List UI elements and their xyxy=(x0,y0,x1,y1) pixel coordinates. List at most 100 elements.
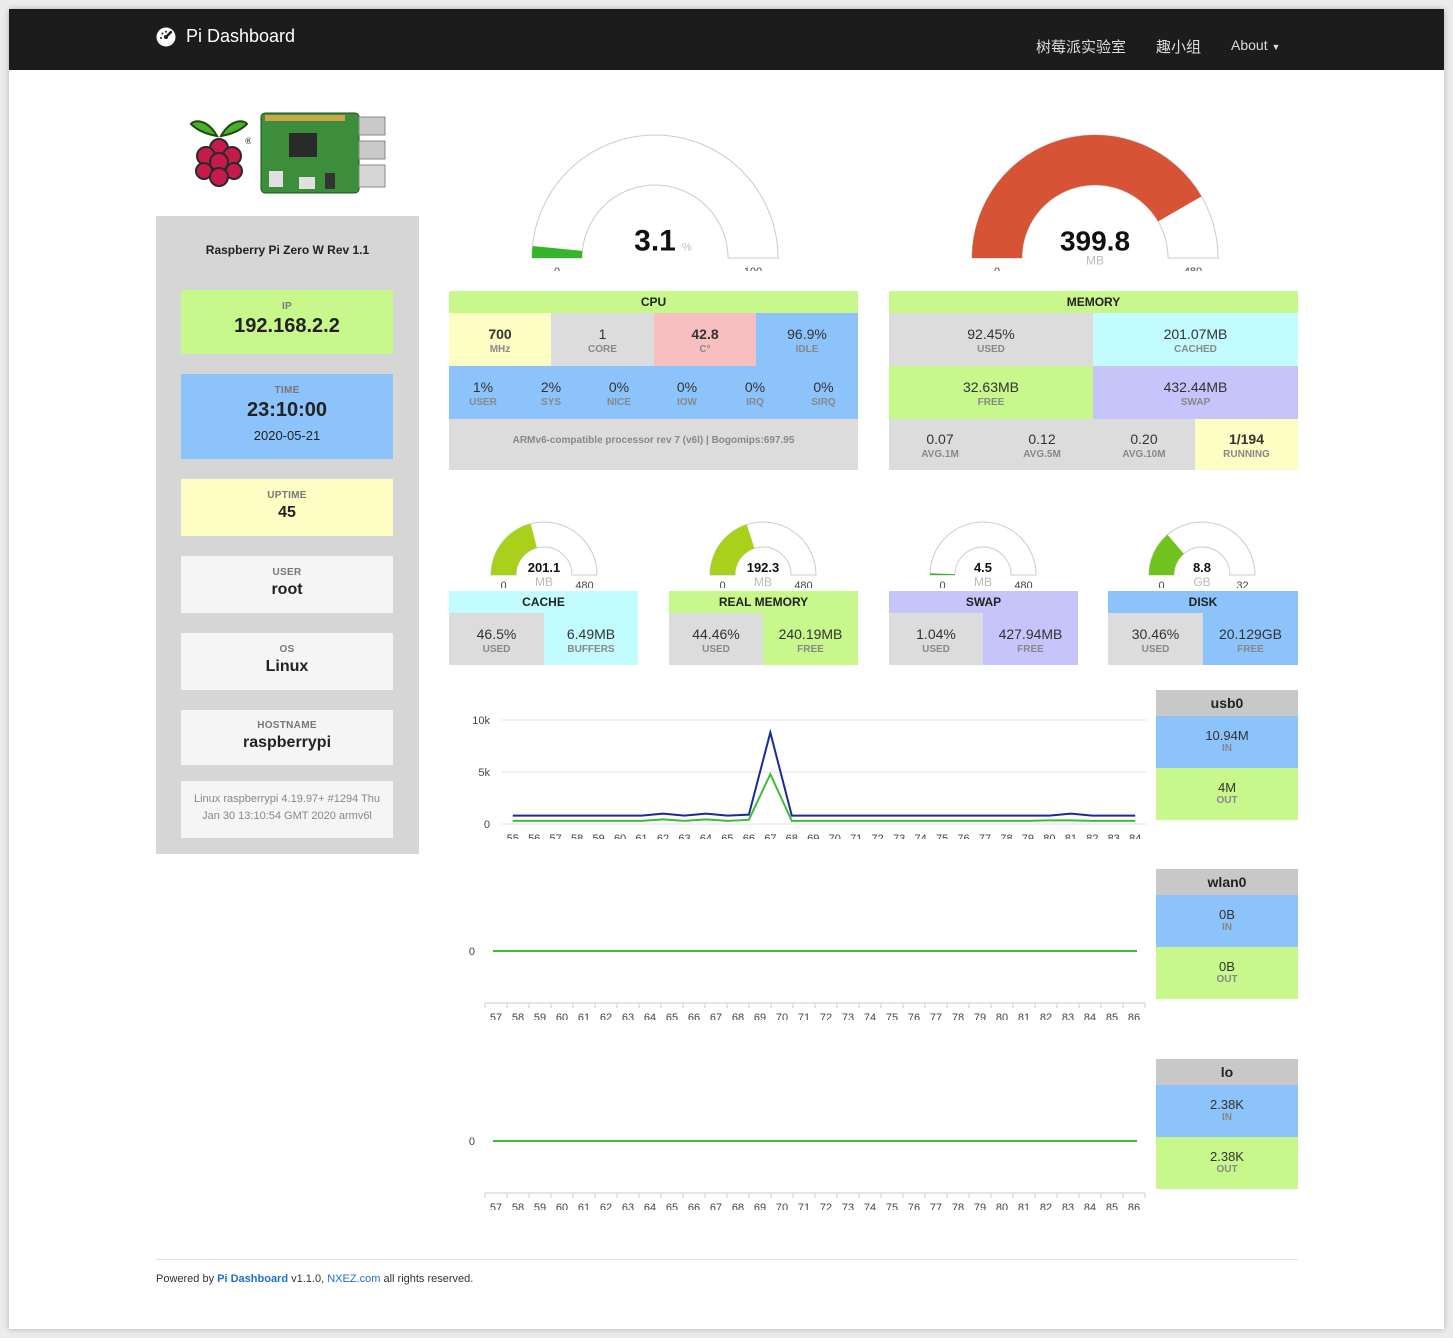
cpu-temp-value: 42.8 xyxy=(691,326,719,342)
mem-cached: 201.07MB CACHED xyxy=(1093,313,1298,366)
cache-used: 46.5% USED xyxy=(449,613,544,665)
chart1-xlabel-4: 61 xyxy=(578,1012,590,1020)
chart1-xlabel-10: 67 xyxy=(710,1012,722,1020)
device-model: Raspberry Pi Zero W Rev 1.1 xyxy=(205,243,370,257)
hostname-value: raspberrypi xyxy=(242,734,332,751)
chart1-xlabel-25: 82 xyxy=(1040,1012,1052,1020)
running-label: RUNNING xyxy=(1223,449,1270,460)
chart1-xlabel-29: 86 xyxy=(1128,1012,1140,1020)
mem-gauge-max: 480 xyxy=(1184,266,1202,271)
small-gauge-3-unit: GB xyxy=(1193,575,1210,588)
chart1-xlabel-24: 81 xyxy=(1018,1012,1030,1020)
chart0-xlabel-8: 63 xyxy=(678,833,690,839)
swap-header: SWAP xyxy=(889,591,1078,613)
cpu-irq-label: IRQ xyxy=(746,397,764,408)
load-1m: 0.07 AVG.1M xyxy=(889,419,991,470)
small-gauge-2-min: 0 xyxy=(939,580,945,588)
load-5m-value: 0.12 xyxy=(1028,431,1056,447)
user-label: USER xyxy=(272,567,302,578)
small-gauge-3-min: 0 xyxy=(1158,580,1164,588)
cpu-header: CPU xyxy=(449,291,858,313)
swap-free-value: 427.94MB xyxy=(998,626,1063,642)
small-gauge-2-max: 480 xyxy=(1014,580,1032,588)
chart2-xlabel-25: 82 xyxy=(1040,1202,1052,1210)
cpu-nice-value: 0% xyxy=(608,379,630,395)
chart0-xlabel-12: 67 xyxy=(764,833,776,839)
chart2-xlabel-23: 80 xyxy=(996,1202,1008,1210)
chart1-ytick-0: 0 xyxy=(469,946,475,958)
cpu-core: 1 CORE xyxy=(551,313,654,366)
dashboard-icon xyxy=(156,27,176,46)
date-value: 2020-05-21 xyxy=(253,428,321,443)
real-memory-free-label: FREE xyxy=(797,644,824,655)
chart2-xlabel-14: 71 xyxy=(798,1202,810,1210)
chart2-xlabel-29: 86 xyxy=(1128,1202,1140,1210)
load-10m: 0.20 AVG.10M xyxy=(1093,419,1195,470)
chart0-xlabel-16: 71 xyxy=(850,833,862,839)
chart0-xlabel-26: 81 xyxy=(1065,833,1077,839)
small-gauge-0-max: 480 xyxy=(575,580,593,588)
net-usb0-out-label: OUT xyxy=(1216,795,1238,806)
chart1-xlabel-6: 63 xyxy=(622,1012,634,1020)
user-box: USER root xyxy=(181,556,393,613)
disk-used: 30.46% USED xyxy=(1108,613,1203,665)
footer-site-link[interactable]: NXEZ.com xyxy=(327,1273,380,1285)
footer-brand-link[interactable]: Pi Dashboard xyxy=(217,1273,288,1285)
cache-used-value: 46.5% xyxy=(476,626,517,642)
brand[interactable]: Pi Dashboard xyxy=(156,26,295,47)
nav-about-dropdown[interactable]: About ▼ xyxy=(1231,37,1280,53)
ip-value: 192.168.2.2 xyxy=(234,315,340,337)
cache-used-label: USED xyxy=(482,644,511,655)
caret-down-icon: ▼ xyxy=(1271,42,1281,52)
net-lo-in-label: IN xyxy=(1222,1112,1232,1123)
net-usb0: usb0 10.94M IN 4M OUT xyxy=(1156,690,1298,820)
small-gauge-2-value: 4.5 xyxy=(974,560,992,575)
chart0-xlabel-28: 83 xyxy=(1108,833,1120,839)
footer: Powered by Pi Dashboard v1.1.0, NXEZ.com… xyxy=(156,1259,1298,1285)
cpu-iow: 0% IOW xyxy=(653,379,721,408)
small-gauge-2-unit: MB xyxy=(974,575,992,588)
cache-gauge: 201.1MB 0 480 xyxy=(490,521,598,588)
chart0-xlabel-24: 79 xyxy=(1022,833,1034,839)
chart0-xlabel-11: 66 xyxy=(743,833,755,839)
net-lo-out-value: 2.38K xyxy=(1210,1149,1244,1164)
mem-gauge-value: 399.8 xyxy=(1060,226,1130,257)
chart0-xlabel-25: 80 xyxy=(1043,833,1055,839)
disk-header: DISK xyxy=(1108,591,1298,613)
cpu-iow-value: 0% xyxy=(676,379,698,395)
chart1-xlabel-11: 68 xyxy=(732,1012,744,1020)
disk-free-label: FREE xyxy=(1237,644,1264,655)
footer-prefix: Powered by xyxy=(156,1273,215,1285)
chart2-xlabel-4: 61 xyxy=(578,1202,590,1210)
hostname-box: HOSTNAME raspberrypi xyxy=(181,710,393,765)
cpu-gauge-max: 100 xyxy=(744,266,762,271)
load-5m: 0.12 AVG.5M xyxy=(991,419,1093,470)
kernel-info: Linux raspberrypi 4.19.97+ #1294 Thu Jan… xyxy=(181,781,393,838)
chart0-xlabel-20: 75 xyxy=(936,833,948,839)
chart0-xlabel-6: 61 xyxy=(635,833,647,839)
chart2-xlabel-5: 62 xyxy=(600,1202,612,1210)
cpu-temp-label: C° xyxy=(699,344,711,355)
net-lo-out: 2.38K OUT xyxy=(1156,1137,1298,1189)
chart2-xlabel-22: 79 xyxy=(974,1202,986,1210)
cpu-core-value: 1 xyxy=(598,326,607,342)
usb0-traffic-chart: 10k 5k 0 55 56 57 58 59 60 61 62 63 64 65 66 67 68 69 70 71… xyxy=(472,715,1146,839)
nav-link-lab[interactable]: 树莓派实验室 xyxy=(1036,36,1126,57)
chart0-xlabel-13: 68 xyxy=(786,833,798,839)
nav-link-group[interactable]: 趣小组 xyxy=(1156,36,1201,57)
chart2-xlabel-24: 81 xyxy=(1018,1202,1030,1210)
chart1-xlabel-23: 80 xyxy=(996,1012,1008,1020)
memory-gauge: 399.8MB 0 480 xyxy=(971,134,1219,271)
wlan0-traffic-chart: 0 57 58 59 60 61 62 63 64 65 66 67 68 69 70 71 72 73 74 75 7… xyxy=(469,946,1146,1020)
mem-cached-label: CACHED xyxy=(1174,344,1217,355)
cpu-irq: 0% IRQ xyxy=(721,379,789,408)
small-gauge-1-value: 192.3 xyxy=(747,560,780,575)
mem-gauge-min: 0 xyxy=(994,266,1000,271)
chart0-ytick-0: 10k xyxy=(472,715,490,727)
chart2-xlabel-7: 64 xyxy=(644,1202,656,1210)
mem-gauge-unit: MB xyxy=(1086,254,1104,268)
net-lo-name: lo xyxy=(1156,1059,1298,1085)
swap-used: 1.04% USED xyxy=(889,613,983,665)
mem-cached-value: 201.07MB xyxy=(1163,326,1228,342)
mem-used-value: 92.45% xyxy=(967,326,1015,342)
